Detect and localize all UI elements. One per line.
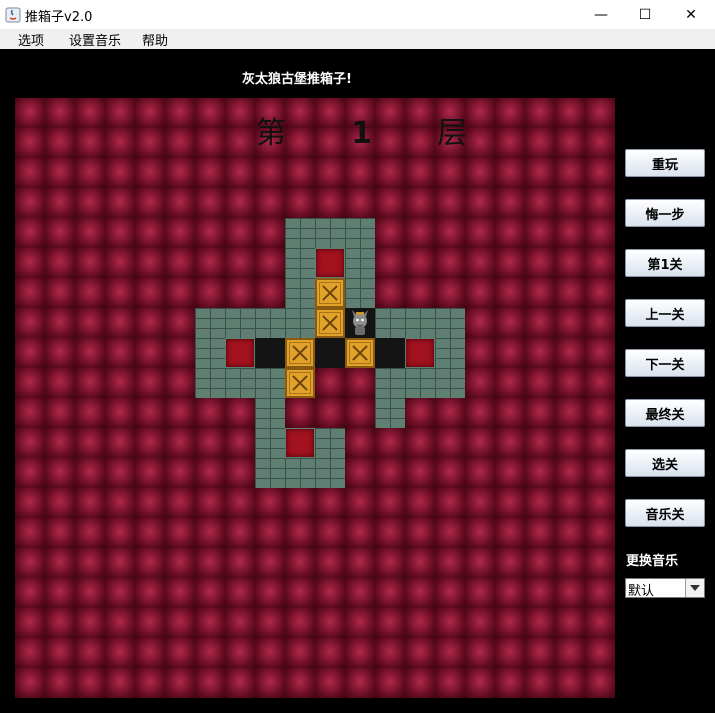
wall-tile (435, 368, 465, 398)
maximize-button[interactable]: ☐ (622, 0, 668, 29)
chevron-down-icon[interactable] (685, 579, 704, 597)
wall-tile (285, 278, 315, 308)
select-level-button[interactable]: 选关 (625, 449, 705, 477)
wall-tile (315, 428, 345, 458)
wall-tile (195, 308, 225, 338)
wall-tile (345, 218, 375, 248)
wall-tile (255, 368, 285, 398)
previous-level-button[interactable]: 上一关 (625, 299, 705, 327)
wall-tile (195, 368, 225, 398)
menu-help[interactable]: 帮助 (142, 30, 168, 49)
wall-tile (255, 308, 285, 338)
goal-tile (225, 338, 255, 368)
wall-tile (375, 368, 405, 398)
music-select-value: 默认 (628, 584, 655, 599)
wall-tile (315, 458, 345, 488)
wall-tile (285, 308, 315, 338)
game-title: 灰太狼古堡推箱子! (242, 72, 352, 87)
undo-button[interactable]: 悔一步 (625, 199, 705, 227)
crate-tile (285, 338, 315, 368)
music-off-button[interactable]: 音乐关 (625, 499, 705, 527)
goal-tile (285, 428, 315, 458)
level-suffix: 层 (437, 116, 470, 151)
title-bar: 推箱子v2.0 — ☐ ✕ (0, 0, 715, 29)
minimize-button[interactable]: — (578, 0, 624, 29)
crate-tile (345, 338, 375, 368)
window-title: 推箱子v2.0 (25, 10, 93, 25)
first-level-button[interactable]: 第1关 (625, 249, 705, 277)
wall-tile (375, 308, 405, 338)
crate-tile (315, 278, 345, 308)
wall-tile (375, 398, 405, 428)
wall-tile (435, 338, 465, 368)
menu-options[interactable]: 选项 (18, 30, 44, 49)
wall-tile (315, 218, 345, 248)
wall-tile (285, 248, 315, 278)
wall-tile (405, 368, 435, 398)
wall-tile (225, 368, 255, 398)
player-tile (345, 308, 375, 338)
wall-tile (255, 398, 285, 428)
wall-tile (405, 308, 435, 338)
close-button[interactable]: ✕ (668, 0, 714, 29)
final-level-button[interactable]: 最终关 (625, 399, 705, 427)
goal-tile (315, 248, 345, 278)
floor-tile (375, 338, 405, 368)
floor-tile (255, 338, 285, 368)
wall-tile (345, 278, 375, 308)
restart-button[interactable]: 重玩 (625, 149, 705, 177)
java-app-icon (5, 7, 21, 23)
wall-tile (345, 248, 375, 278)
wall-tile (225, 308, 255, 338)
wall-tile (435, 308, 465, 338)
crate-tile (285, 368, 315, 398)
wall-tile (285, 458, 315, 488)
crate-tile (315, 308, 345, 338)
wall-tile (255, 458, 285, 488)
game-board[interactable] (15, 98, 615, 698)
wolf-player-icon (352, 310, 368, 335)
wall-tile (285, 218, 315, 248)
floor-tile (315, 338, 345, 368)
level-number: 1 (351, 116, 374, 151)
music-select[interactable]: 默认 (625, 578, 705, 599)
change-music-label: 更换音乐 (626, 554, 679, 569)
goal-tile (405, 338, 435, 368)
menu-bar: 选项 设置音乐 帮助 (0, 29, 715, 50)
wall-tile (195, 338, 225, 368)
menu-music-settings[interactable]: 设置音乐 (69, 30, 121, 49)
wall-tile (255, 428, 285, 458)
level-prefix: 第 (256, 116, 288, 151)
level-title: 第 1 层 (256, 108, 469, 152)
next-level-button[interactable]: 下一关 (625, 349, 705, 377)
